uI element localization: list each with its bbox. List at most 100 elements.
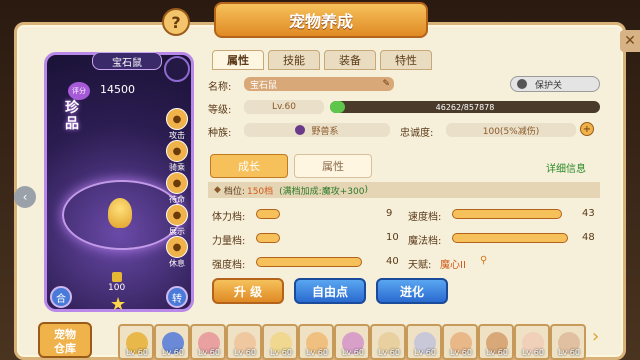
next-arrow-button[interactable]: › — [592, 326, 599, 347]
slot-level: Lv 60 — [522, 348, 544, 357]
pet-level-display: 100 — [108, 283, 126, 293]
tab-growth[interactable]: 成长 — [210, 154, 288, 178]
level-label: 等级: — [208, 105, 232, 116]
grade-left-value: 40 — [386, 256, 399, 267]
side-button-2[interactable]: ● 待命 — [165, 172, 189, 205]
pet-name: 宝石鼠 — [92, 52, 162, 70]
side-button-icon: ● — [166, 140, 188, 162]
pet-slot[interactable]: Lv 60 — [550, 324, 586, 360]
grade-icon: ◆ — [214, 185, 221, 195]
grade-left-label: 强度档: — [212, 260, 246, 271]
transform-button[interactable]: 转 — [166, 286, 188, 308]
grade-left-bar — [256, 233, 280, 243]
pet-slot[interactable]: Lv 60 — [370, 324, 406, 360]
prev-arrow-button[interactable]: ‹ — [14, 186, 36, 208]
race-label: 种族: — [208, 128, 232, 139]
side-button-0[interactable]: ● 攻击 — [165, 108, 189, 141]
slot-level: Lv 60 — [558, 348, 580, 357]
grade-label: 档位: — [223, 186, 245, 197]
pet-slot[interactable]: Lv 60 — [406, 324, 442, 360]
protect-toggle[interactable]: 保护关 — [510, 76, 600, 92]
evolve-button[interactable]: 进化 — [376, 278, 448, 304]
help-button[interactable]: ? — [162, 8, 190, 36]
pet-slot-icon[interactable] — [164, 56, 190, 82]
race-field: 野兽系 — [244, 123, 390, 137]
add-loyalty-button[interactable]: + — [580, 122, 594, 136]
side-button-icon: ● — [166, 204, 188, 226]
slot-level: Lv 60 — [486, 348, 508, 357]
grade-left-label: 力量档: — [212, 236, 246, 247]
protect-label: 保护关 — [535, 80, 563, 91]
name-value: 宝石鼠 — [250, 80, 278, 91]
side-button-icon: ● — [166, 108, 188, 130]
grade-bonus-value: 魔攻+300 — [321, 186, 365, 197]
side-button-3[interactable]: ● 展示 — [165, 204, 189, 237]
loyalty-label: 忠诚度: — [400, 128, 434, 139]
slot-level: Lv 60 — [234, 348, 256, 357]
grade-value: 150档 — [246, 186, 274, 197]
pet-slot[interactable]: Lv 60 — [154, 324, 190, 360]
slot-level: Lv 60 — [162, 348, 184, 357]
tab-3[interactable]: 特性 — [380, 50, 432, 70]
grade-left-label: 体力档: — [212, 212, 246, 223]
level-marker — [112, 272, 122, 282]
slot-level: Lv 60 — [450, 348, 472, 357]
loyalty-field: 100(5%减伤) — [446, 123, 576, 137]
star-icon: ★ — [110, 294, 127, 315]
pet-slot[interactable]: Lv 60 — [190, 324, 226, 360]
pet-slot[interactable]: Lv 60 — [118, 324, 154, 360]
tab-1[interactable]: 技能 — [268, 50, 320, 70]
detail-link[interactable]: 详细信息 — [546, 160, 586, 175]
slot-level: Lv 60 — [414, 348, 436, 357]
beast-icon — [295, 125, 306, 135]
slot-level: Lv 60 — [270, 348, 292, 357]
slot-level: Lv 60 — [306, 348, 328, 357]
pet-slot[interactable]: Lv 60 — [478, 324, 514, 360]
grade-left-bar — [256, 209, 280, 219]
side-button-1[interactable]: ● 骑乘 — [165, 140, 189, 173]
talent-label: 天赋: — [408, 260, 432, 271]
grade-right-bar — [452, 209, 562, 219]
grade-row: ◆ 档位: 150档 (满档加成: 魔攻+300 ) — [208, 182, 600, 198]
rarity-badge: 珍 品 — [65, 100, 79, 132]
tab-0[interactable]: 属性 — [212, 50, 264, 70]
free-points-button[interactable]: 自由点 — [294, 278, 366, 304]
pet-score: 14500 — [100, 83, 135, 96]
pet-slot[interactable]: Lv 60 — [442, 324, 478, 360]
window-title: 宠物养成 — [214, 2, 428, 38]
pet-slot[interactable]: Lv 60 — [226, 324, 262, 360]
edit-icon[interactable]: ✎ — [382, 79, 390, 89]
grade-right-label: 速度档: — [408, 212, 442, 223]
side-button-icon: ● — [166, 236, 188, 258]
merge-button[interactable]: 合 — [50, 286, 72, 308]
pet-warehouse-button[interactable]: 宠物 仓库 — [38, 322, 92, 358]
grade-right-bar — [452, 233, 568, 243]
grade-right-value: 48 — [582, 232, 595, 243]
grade-left-bar — [256, 257, 362, 267]
slot-level: Lv 60 — [342, 348, 364, 357]
close-button[interactable]: ✕ — [620, 30, 640, 52]
pet-sprite — [108, 198, 132, 228]
slot-level: Lv 60 — [198, 348, 220, 357]
grade-left-value: 10 — [386, 232, 399, 243]
exp-text: 46262/857878 — [435, 102, 495, 112]
search-icon[interactable]: ⚲ — [480, 255, 487, 266]
slot-level: Lv 60 — [126, 348, 148, 357]
side-button-icon: ● — [166, 172, 188, 194]
upgrade-button[interactable]: 升 级 — [212, 278, 284, 304]
tab-attr[interactable]: 属性 — [294, 154, 372, 178]
name-field[interactable]: 宝石鼠 ✎ — [244, 77, 394, 91]
grade-right-label: 魔法档: — [408, 236, 442, 247]
race-value: 野兽系 — [311, 126, 339, 137]
grade-bonus-prefix: (满档加成: — [279, 186, 322, 197]
pet-slot[interactable]: Lv 60 — [298, 324, 334, 360]
talent-value[interactable]: 魔心II — [440, 256, 466, 271]
pet-slot[interactable]: Lv 60 — [262, 324, 298, 360]
side-button-4[interactable]: ● 休息 — [165, 236, 189, 269]
level-field: Lv.60 — [244, 100, 324, 114]
pet-slot[interactable]: Lv 60 — [334, 324, 370, 360]
name-label: 名称: — [208, 82, 232, 93]
tab-2[interactable]: 装备 — [324, 50, 376, 70]
pet-slot[interactable]: Lv 60 — [514, 324, 550, 360]
side-button-label: 休息 — [169, 259, 185, 268]
